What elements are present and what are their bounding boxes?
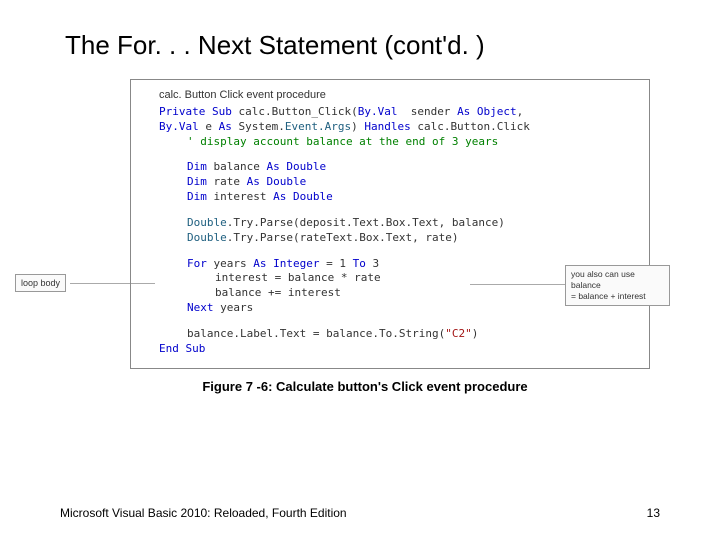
code-line: Double.Try.Parse(deposit.Text.Box.Text, … xyxy=(159,216,639,231)
callout-loop-body: loop body xyxy=(15,274,66,292)
code-header: calc. Button Click event procedure xyxy=(159,88,639,103)
code-line: By.Val e As System.Event.Args) Handles c… xyxy=(159,120,639,135)
code-line: balance.Label.Text = balance.To.String("… xyxy=(159,327,639,342)
figure-area: loop body calc. Button Click event proce… xyxy=(70,79,660,394)
code-line: End Sub xyxy=(159,342,639,357)
footer: Microsoft Visual Basic 2010: Reloaded, F… xyxy=(60,506,660,520)
footer-text: Microsoft Visual Basic 2010: Reloaded, F… xyxy=(60,506,347,520)
page-number: 13 xyxy=(647,506,660,520)
callout-line-right xyxy=(470,284,570,285)
callout-alternative: you also can use balance = balance + int… xyxy=(565,265,670,306)
slide-title: The For. . . Next Statement (cont'd. ) xyxy=(60,30,660,61)
code-line: Private Sub calc.Button_Click(By.Val sen… xyxy=(159,105,639,120)
code-box: calc. Button Click event procedure Priva… xyxy=(130,79,650,369)
code-line: Double.Try.Parse(rateText.Box.Text, rate… xyxy=(159,231,639,246)
code-line: Dim balance As Double xyxy=(159,160,639,175)
code-line: ' display account balance at the end of … xyxy=(159,135,639,150)
figure-caption: Figure 7 -6: Calculate button's Click ev… xyxy=(70,379,660,394)
code-line: Dim rate As Double xyxy=(159,175,639,190)
code-line: Dim interest As Double xyxy=(159,190,639,205)
